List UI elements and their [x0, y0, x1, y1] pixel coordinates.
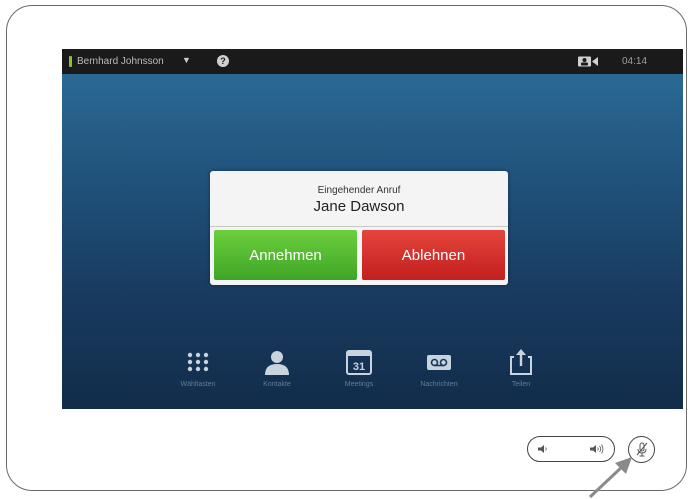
help-icon[interactable]: ? [217, 55, 229, 67]
share-icon [510, 349, 532, 375]
camera-icon[interactable] [578, 56, 598, 67]
dock-label: Meetings [344, 381, 374, 388]
dialog-divider [210, 226, 508, 227]
chevron-down-icon[interactable]: ▼ [182, 55, 191, 65]
incoming-call-label: Eingehender Anruf [317, 185, 401, 196]
dock-label: Nachrichten [420, 381, 458, 388]
pointer-arrow-icon [588, 457, 632, 499]
user-name[interactable]: Bernhard Johnsson [77, 56, 164, 67]
contacts-icon [265, 351, 289, 375]
voicemail-icon [427, 355, 451, 370]
keypad-icon [187, 352, 209, 372]
clock: 04:14 [622, 56, 648, 67]
dock-label: Wähltasten [180, 381, 216, 388]
mic-mute-icon [636, 442, 648, 457]
dock-label: Teilen [511, 381, 531, 388]
device-screen: Bernhard Johnsson ▼ ? 04:14 Eingehender … [62, 49, 683, 409]
top-bar: Bernhard Johnsson ▼ ? 04:14 [62, 49, 683, 74]
presence-indicator [69, 56, 72, 67]
dock-item-share[interactable]: Teilen [486, 349, 556, 388]
dock-item-contacts[interactable]: Kontakte [242, 349, 312, 388]
dock-label: Kontakte [263, 381, 291, 388]
calendar-icon: 31 [346, 350, 372, 375]
dock-item-meetings[interactable]: 31 Meetings [324, 349, 394, 388]
dock-item-messages[interactable]: Nachrichten [404, 349, 474, 388]
incoming-call-dialog: Eingehender Anruf Jane Dawson Annehmen A… [210, 171, 508, 285]
caller-name: Jane Dawson [313, 198, 405, 215]
volume-down-icon[interactable] [538, 444, 548, 454]
calendar-day: 31 [353, 361, 365, 373]
accept-call-button[interactable]: Annehmen [214, 230, 357, 280]
reject-call-button[interactable]: Ablehnen [362, 230, 505, 280]
dock-item-keypad[interactable]: Wähltasten [163, 349, 233, 388]
